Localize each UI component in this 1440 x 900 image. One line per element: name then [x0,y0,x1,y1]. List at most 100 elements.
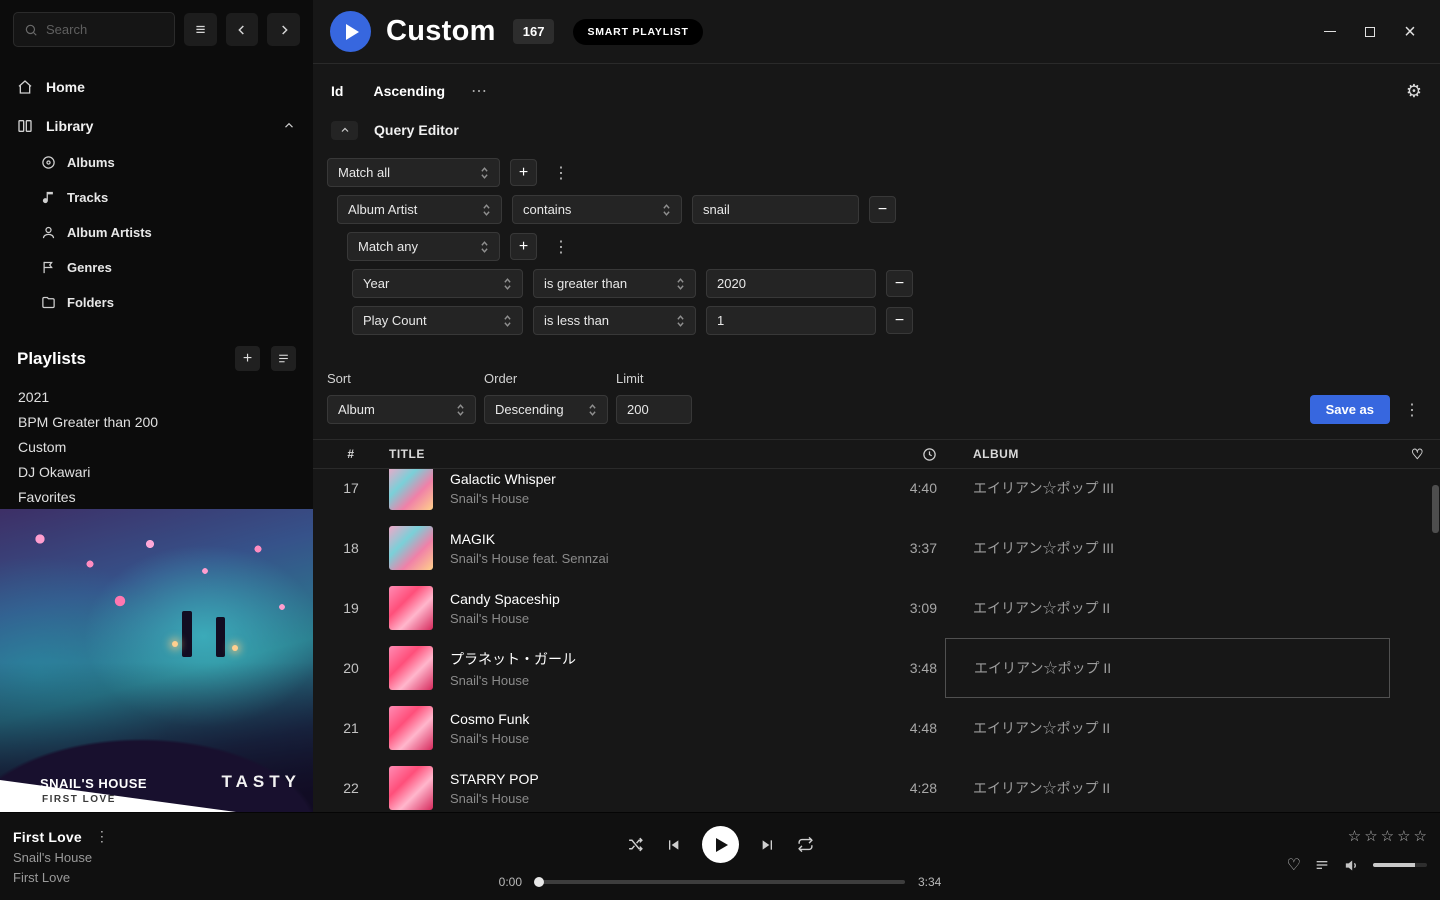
rule-operator-select[interactable]: contains [512,195,682,224]
playlist-list-button[interactable] [271,346,296,371]
track-album[interactable]: エイリアン☆ポップ II [945,698,1390,758]
sidebar-item-home[interactable]: Home [0,67,313,106]
table-row[interactable]: 20 プラネット・ガール Snail's House 3:48 エイリアン☆ポッ… [313,638,1440,698]
track-album[interactable]: エイリアン☆ポップ II [945,758,1390,812]
library-icon [17,118,33,134]
chevron-up-icon[interactable] [282,119,296,133]
repeat-icon[interactable] [797,836,814,853]
sidebar-item-genres[interactable]: Genres [0,250,313,285]
playlist-item[interactable]: DJ Okawari [0,459,313,484]
sidebar-item-albums[interactable]: Albums [0,145,313,180]
table-row[interactable]: 21 Cosmo Funk Snail's House 4:48 エイリアン☆ポ… [313,698,1440,758]
rating-stars[interactable]: ☆☆☆☆☆ [1348,827,1427,845]
favorite-heart-icon[interactable]: ♡ [1287,855,1301,875]
now-playing-album-art: SNAIL'S HOUSE FIRST LOVE TASTY [0,509,313,812]
track-album[interactable]: エイリアン☆ポップ III [945,518,1390,578]
sort-field-button[interactable]: Id [331,83,343,99]
nav-forward-button[interactable] [267,13,300,46]
column-header-album[interactable]: ALBUM [945,447,1390,461]
search-box[interactable] [13,12,175,47]
root-match-select[interactable]: Match all [327,158,500,187]
search-input[interactable] [46,22,156,37]
sort-select[interactable]: Album [327,395,476,424]
rule-value-input[interactable] [706,306,876,335]
star-icon[interactable]: ☆ [1414,827,1427,845]
nav-back-button[interactable] [226,13,259,46]
rule-operator-select[interactable]: is greater than [533,269,696,298]
remove-rule-button[interactable]: − [886,307,913,334]
star-icon[interactable]: ☆ [1381,827,1394,845]
playlist-item[interactable]: 2021 [0,384,313,409]
sort-direction-button[interactable]: Ascending [373,83,445,99]
rule-value-input[interactable] [692,195,859,224]
column-header-index[interactable]: # [313,447,389,461]
group-menu-icon[interactable]: ⋮ [547,237,575,257]
table-row[interactable]: 18 MAGIK Snail's House feat. Sennzai 3:3… [313,518,1440,578]
scrollbar-thumb[interactable] [1432,485,1439,533]
volume-slider[interactable] [1373,863,1427,867]
close-button[interactable]: × [1394,17,1426,47]
list-toolbar: Id Ascending ⋯ ⚙ [313,64,1440,118]
rule-field-select[interactable]: Album Artist [337,195,502,224]
remove-rule-button[interactable]: − [869,196,896,223]
remove-rule-button[interactable]: − [886,270,913,297]
sidebar-item-folders[interactable]: Folders [0,285,313,320]
column-header-duration[interactable] [873,447,945,462]
now-playing-menu-icon[interactable]: ⋮ [95,828,109,845]
sidebar-item-tracks[interactable]: Tracks [0,180,313,215]
group-match-select[interactable]: Match any [347,232,500,261]
queue-icon[interactable] [1314,857,1330,873]
column-header-title[interactable]: TITLE [389,447,873,461]
rule-value-input[interactable] [706,269,876,298]
sidebar-item-album-artists[interactable]: Album Artists [0,215,313,250]
track-album-focused[interactable]: エイリアン☆ポップ II [945,638,1390,698]
more-options-icon[interactable]: ⋯ [471,81,488,101]
column-header-favorite[interactable]: ♡ [1390,446,1440,463]
order-select[interactable]: Descending [484,395,608,424]
sidebar-item-label: Genres [67,260,112,275]
track-index: 18 [313,540,389,556]
play-pause-button[interactable] [702,826,739,863]
previous-track-icon[interactable] [665,837,681,853]
playlist-item[interactable]: Favorites [0,484,313,509]
next-track-icon[interactable] [760,837,776,853]
star-icon[interactable]: ☆ [1364,827,1377,845]
playlist-item[interactable]: BPM Greater than 200 [0,409,313,434]
save-menu-icon[interactable]: ⋮ [1398,400,1426,420]
maximize-button[interactable] [1354,17,1386,47]
limit-input[interactable] [616,395,692,424]
star-icon[interactable]: ☆ [1397,827,1410,845]
menu-button[interactable]: ≡ [184,13,217,46]
shuffle-icon[interactable] [627,836,644,853]
table-body: 17 Galactic Whisper Snail's House 4:40 エ… [313,469,1440,812]
star-icon[interactable]: ☆ [1348,827,1361,845]
seek-bar[interactable] [535,880,905,884]
track-index: 21 [313,720,389,736]
rule-operator-select[interactable]: is less than [533,306,696,335]
add-group-rule-button[interactable]: + [510,233,537,260]
play-playlist-button[interactable] [330,11,371,52]
save-as-button[interactable]: Save as [1310,395,1390,424]
minimize-button[interactable] [1314,17,1346,47]
volume-icon[interactable] [1343,857,1360,874]
now-playing-artist[interactable]: Snail's House [13,850,430,865]
playlist-item[interactable]: Custom [0,434,313,459]
table-row[interactable]: 19 Candy Spaceship Snail's House 3:09 エイ… [313,578,1440,638]
main-content: Custom 167 SMART PLAYLIST × Id Ascending… [313,0,1440,812]
select-caret-icon [482,203,491,217]
rule-group-menu-icon[interactable]: ⋮ [547,163,575,183]
add-playlist-button[interactable]: + [235,346,260,371]
table-row[interactable]: 17 Galactic Whisper Snail's House 4:40 エ… [313,469,1440,518]
add-rule-button[interactable]: + [510,159,537,186]
rule-field-select[interactable]: Year [352,269,523,298]
now-playing-title[interactable]: First Love [13,829,82,845]
gear-icon[interactable]: ⚙ [1406,81,1422,102]
track-album[interactable]: エイリアン☆ポップ III [945,469,1390,518]
sidebar-item-library[interactable]: Library [0,106,313,145]
collapse-query-editor-button[interactable] [331,121,358,140]
seek-knob[interactable] [534,877,544,887]
rule-field-select[interactable]: Play Count [352,306,523,335]
track-album[interactable]: エイリアン☆ポップ II [945,578,1390,638]
now-playing-album[interactable]: First Love [13,870,430,885]
table-row[interactable]: 22 STARRY POP Snail's House 4:28 エイリアン☆ポ… [313,758,1440,812]
